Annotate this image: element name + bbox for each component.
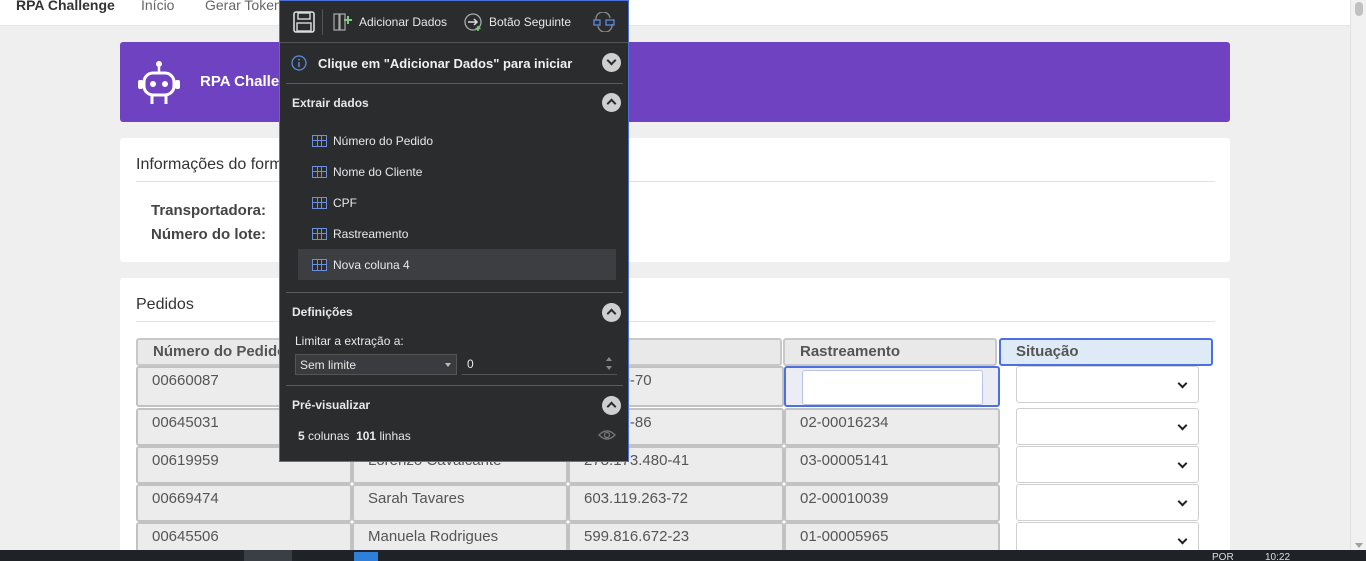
column-label: Número do Pedido bbox=[333, 133, 434, 148]
toolbar-separator bbox=[322, 9, 323, 35]
preview-summary: 5 colunas 101 linhas bbox=[298, 429, 411, 443]
robot-icon bbox=[138, 61, 180, 104]
column-item[interactable]: CPF bbox=[298, 187, 616, 218]
nav-link-gerar-token[interactable]: Gerar Token bbox=[205, 0, 282, 13]
tracking-input[interactable] bbox=[802, 370, 983, 405]
limit-number-input[interactable]: 0 bbox=[462, 354, 617, 375]
taskbar: POR 10:22 bbox=[0, 550, 1366, 561]
status-select[interactable] bbox=[1016, 484, 1199, 521]
column-label: Rastreamento bbox=[333, 226, 409, 241]
add-data-icon bbox=[333, 13, 352, 31]
cell-order-number[interactable]: 00669474 bbox=[136, 484, 352, 522]
spin-down-icon[interactable] bbox=[606, 366, 612, 370]
chevron-down-icon bbox=[1177, 458, 1188, 469]
settings-collapse-button[interactable] bbox=[602, 303, 621, 322]
next-button-icon bbox=[464, 13, 482, 31]
extract-collapse-button[interactable] bbox=[602, 93, 621, 112]
divider bbox=[286, 83, 623, 84]
status-select[interactable] bbox=[1016, 366, 1199, 403]
cell-cpf[interactable]: 603.119.263-72 bbox=[568, 484, 784, 522]
preview-column-count: 5 bbox=[298, 429, 305, 443]
start-hint: Clique em "Adicionar Dados" para iniciar bbox=[318, 56, 573, 71]
add-data-label: Adicionar Dados bbox=[359, 15, 448, 29]
limit-label: Limitar a extração a: bbox=[295, 334, 404, 348]
table-column-icon bbox=[312, 227, 327, 240]
hint-collapse-button[interactable] bbox=[602, 53, 621, 72]
brand-link[interactable]: RPA Challenge bbox=[16, 0, 115, 13]
status-select[interactable] bbox=[1016, 446, 1199, 483]
extract-data-title: Extrair dados bbox=[292, 96, 369, 110]
chevron-up-icon bbox=[606, 401, 617, 412]
header-status: Situação bbox=[999, 338, 1213, 366]
next-button-label: Botão Seguinte bbox=[489, 15, 572, 29]
status-select[interactable] bbox=[1016, 408, 1199, 445]
info-icon bbox=[291, 55, 307, 71]
preview-rows-word: linhas bbox=[379, 429, 411, 443]
column-label: CPF bbox=[333, 195, 357, 210]
page-scrollbar[interactable] bbox=[1350, 0, 1366, 550]
preview-row-count: 101 bbox=[356, 429, 377, 443]
batch-number-label: Número do lote: bbox=[151, 226, 266, 243]
chevron-down-icon bbox=[1177, 534, 1188, 545]
dropdown-arrow-icon bbox=[445, 363, 451, 367]
chevron-down-icon bbox=[1177, 420, 1188, 431]
scroll-down-icon[interactable] bbox=[1355, 543, 1363, 548]
top-navbar: RPA Challenge Início Gerar Token bbox=[0, 0, 1350, 26]
taskbar-app-icon[interactable] bbox=[354, 552, 378, 561]
spin-up-icon[interactable] bbox=[606, 357, 612, 361]
limit-mode-value: Sem limite bbox=[300, 358, 357, 372]
column-item[interactable]: Rastreamento bbox=[298, 218, 616, 249]
column-label: Nova coluna 4 bbox=[333, 257, 410, 272]
cell-tracking-focused[interactable] bbox=[784, 366, 1000, 407]
panel-toolbar: Adicionar Dados Botão Seguinte bbox=[280, 1, 628, 43]
next-button-selector[interactable]: Botão Seguinte bbox=[463, 1, 571, 43]
column-label: Nome do Cliente bbox=[333, 164, 423, 179]
header-tracking: Rastreamento bbox=[783, 338, 997, 366]
preview-collapse-button[interactable] bbox=[602, 396, 621, 415]
table-column-icon bbox=[312, 165, 327, 178]
refresh-connect-icon bbox=[593, 12, 615, 32]
nav-link-inicio[interactable]: Início bbox=[141, 0, 174, 13]
cell-client-name[interactable]: Sarah Tavares bbox=[352, 484, 568, 522]
data-extraction-panel: Adicionar Dados Botão Seguinte Clique em… bbox=[279, 0, 629, 462]
table-column-icon bbox=[312, 196, 327, 209]
save-button[interactable] bbox=[292, 1, 316, 43]
refresh-button[interactable] bbox=[592, 1, 616, 43]
save-icon bbox=[293, 11, 315, 33]
column-item[interactable]: Nome do Cliente bbox=[298, 156, 616, 187]
eye-icon[interactable] bbox=[598, 428, 616, 442]
chevron-down-icon bbox=[1177, 378, 1188, 389]
add-data-button[interactable]: Adicionar Dados bbox=[333, 1, 447, 43]
chevron-up-icon bbox=[606, 98, 617, 109]
column-item[interactable]: Número do Pedido bbox=[298, 125, 616, 156]
chevron-down-icon bbox=[1177, 496, 1188, 507]
taskbar-app-active[interactable] bbox=[244, 550, 292, 561]
table-column-icon bbox=[312, 134, 327, 147]
table-column-icon bbox=[312, 258, 327, 271]
cell-tracking[interactable]: 03-00005141 bbox=[784, 446, 1000, 484]
divider bbox=[286, 292, 623, 293]
orders-title: Pedidos bbox=[136, 296, 194, 313]
scrollbar-thumb[interactable] bbox=[1355, 2, 1363, 16]
clock[interactable]: 10:22 bbox=[1265, 553, 1290, 561]
chevron-up-icon bbox=[606, 308, 617, 319]
column-item-selected[interactable]: Nova coluna 4 bbox=[298, 249, 616, 280]
cell-tracking[interactable]: 02-00016234 bbox=[784, 408, 1000, 446]
settings-title: Definições bbox=[292, 305, 353, 319]
cell-tracking[interactable]: 02-00010039 bbox=[784, 484, 1000, 522]
language-indicator[interactable]: POR bbox=[1212, 553, 1234, 561]
preview-title: Pré-visualizar bbox=[292, 398, 371, 412]
chevron-down-icon bbox=[606, 55, 617, 66]
preview-columns-word: colunas bbox=[308, 429, 350, 443]
limit-number-value: 0 bbox=[467, 357, 474, 371]
form-info-title: Informações do form bbox=[136, 156, 283, 173]
divider bbox=[286, 385, 623, 386]
carrier-label: Transportadora: bbox=[151, 202, 267, 219]
limit-mode-select[interactable]: Sem limite bbox=[295, 354, 457, 375]
